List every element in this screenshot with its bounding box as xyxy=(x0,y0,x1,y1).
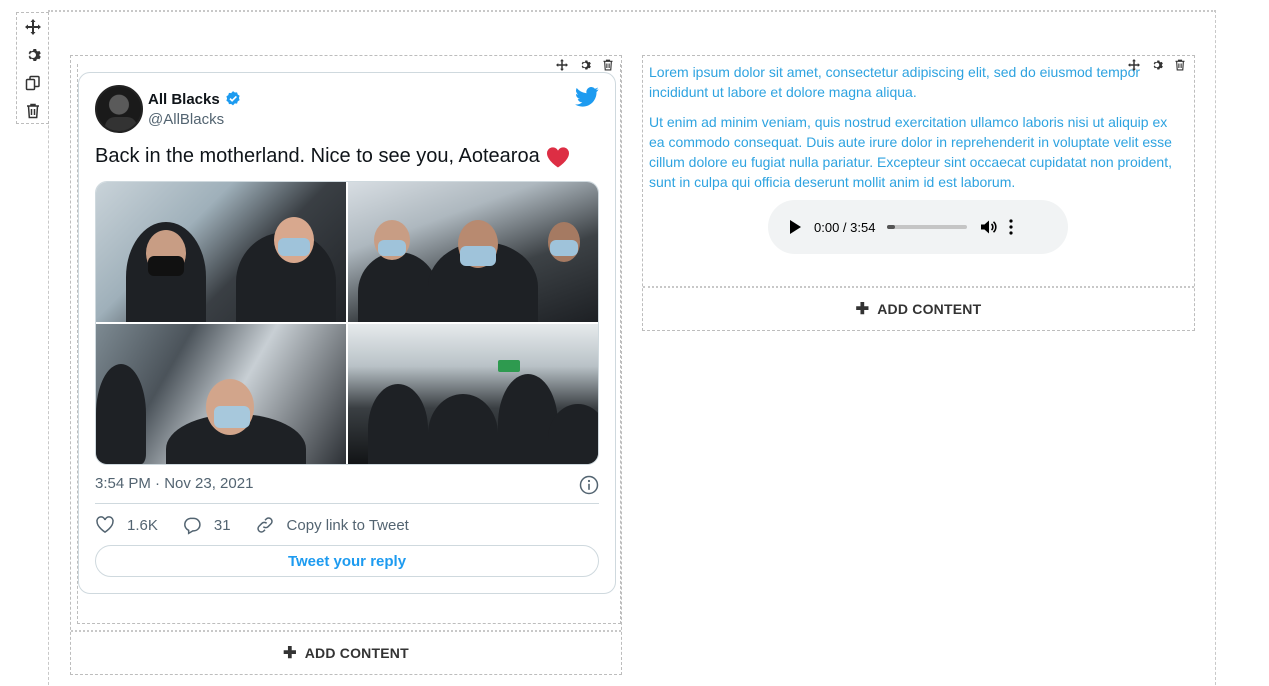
add-content-button-left[interactable]: ✚ ADD CONTENT xyxy=(71,630,621,674)
tweet-author-handle[interactable]: @AllBlacks xyxy=(148,111,224,128)
tweet-module-tools xyxy=(555,58,615,72)
section-toolbar xyxy=(16,12,49,124)
gear-icon[interactable] xyxy=(23,45,43,65)
like-button[interactable]: 1.6K xyxy=(95,515,158,535)
trash-icon[interactable] xyxy=(1173,58,1187,72)
audio-player: 0:00 / 3:54 xyxy=(768,200,1068,254)
plus-icon: ✚ xyxy=(855,301,870,318)
audio-time: 0:00 / 3:54 xyxy=(814,219,876,235)
link-icon xyxy=(256,517,273,533)
heart-outline-icon xyxy=(96,516,114,533)
tweet-photo-2[interactable] xyxy=(348,182,598,322)
text-module-tools xyxy=(1127,58,1187,72)
add-content-label: ADD CONTENT xyxy=(877,301,982,317)
info-icon[interactable] xyxy=(579,475,599,495)
move-icon[interactable] xyxy=(23,17,43,37)
move-icon[interactable] xyxy=(555,58,569,72)
text-paragraph-1: Lorem ipsum dolor sit amet, consectetur … xyxy=(649,64,1141,100)
audio-progress-slider[interactable] xyxy=(887,225,968,229)
plus-icon: ✚ xyxy=(283,645,297,662)
twitter-bird-icon[interactable] xyxy=(575,86,599,108)
speech-bubble-icon xyxy=(183,517,201,535)
tweet-photo-1[interactable] xyxy=(96,182,346,322)
column-left: All Blacks @AllBlacks Back in the mother… xyxy=(70,55,622,675)
reply-button[interactable]: 31 xyxy=(182,515,231,535)
move-icon[interactable] xyxy=(1127,58,1141,72)
avatar[interactable] xyxy=(95,85,143,133)
trash-icon[interactable] xyxy=(23,101,43,121)
add-content-button-right[interactable]: ✚ ADD CONTENT xyxy=(643,286,1194,330)
tweet-media-grid xyxy=(95,181,599,465)
copy-link-label: Copy link to Tweet xyxy=(286,516,409,534)
tweet-author-name-text: All Blacks xyxy=(148,90,220,108)
tweet-timestamp[interactable]: 3:54 PM · Nov 23, 2021 xyxy=(95,475,253,492)
copy-link-button[interactable]: Copy link to Tweet xyxy=(255,515,409,535)
tweet-actions: 1.6K 31 Copy link to Tweet xyxy=(95,515,433,535)
tweet-photo-4[interactable] xyxy=(348,324,598,464)
tweet-text-content: Back in the motherland. Nice to see you,… xyxy=(95,145,540,167)
volume-icon[interactable] xyxy=(979,218,998,236)
play-icon[interactable] xyxy=(788,219,802,235)
tweet-photo-3[interactable] xyxy=(96,324,346,464)
gear-icon[interactable] xyxy=(1150,58,1164,72)
like-count: 1.6K xyxy=(127,516,158,534)
duplicate-icon[interactable] xyxy=(23,73,43,93)
more-options-icon[interactable] xyxy=(1009,219,1014,235)
verified-badge-icon xyxy=(226,91,240,106)
tweet-card: All Blacks @AllBlacks Back in the mother… xyxy=(78,72,616,594)
red-heart-emoji-icon xyxy=(546,146,569,167)
tweet-author-name[interactable]: All Blacks xyxy=(148,90,242,108)
column-right: Lorem ipsum dolor sit amet, consectetur … xyxy=(642,55,1195,331)
trash-icon[interactable] xyxy=(601,58,615,72)
text-module: Lorem ipsum dolor sit amet, consectetur … xyxy=(649,62,1181,202)
tweet-divider xyxy=(95,503,599,504)
text-paragraph-2: Ut enim ad minim veniam, quis nostrud ex… xyxy=(649,114,1172,190)
gear-icon[interactable] xyxy=(578,58,592,72)
add-content-label: ADD CONTENT xyxy=(304,645,409,661)
tweet-text: Back in the motherland. Nice to see you,… xyxy=(95,145,570,168)
tweet-your-reply-button[interactable]: Tweet your reply xyxy=(95,545,599,577)
reply-count: 31 xyxy=(213,516,231,534)
